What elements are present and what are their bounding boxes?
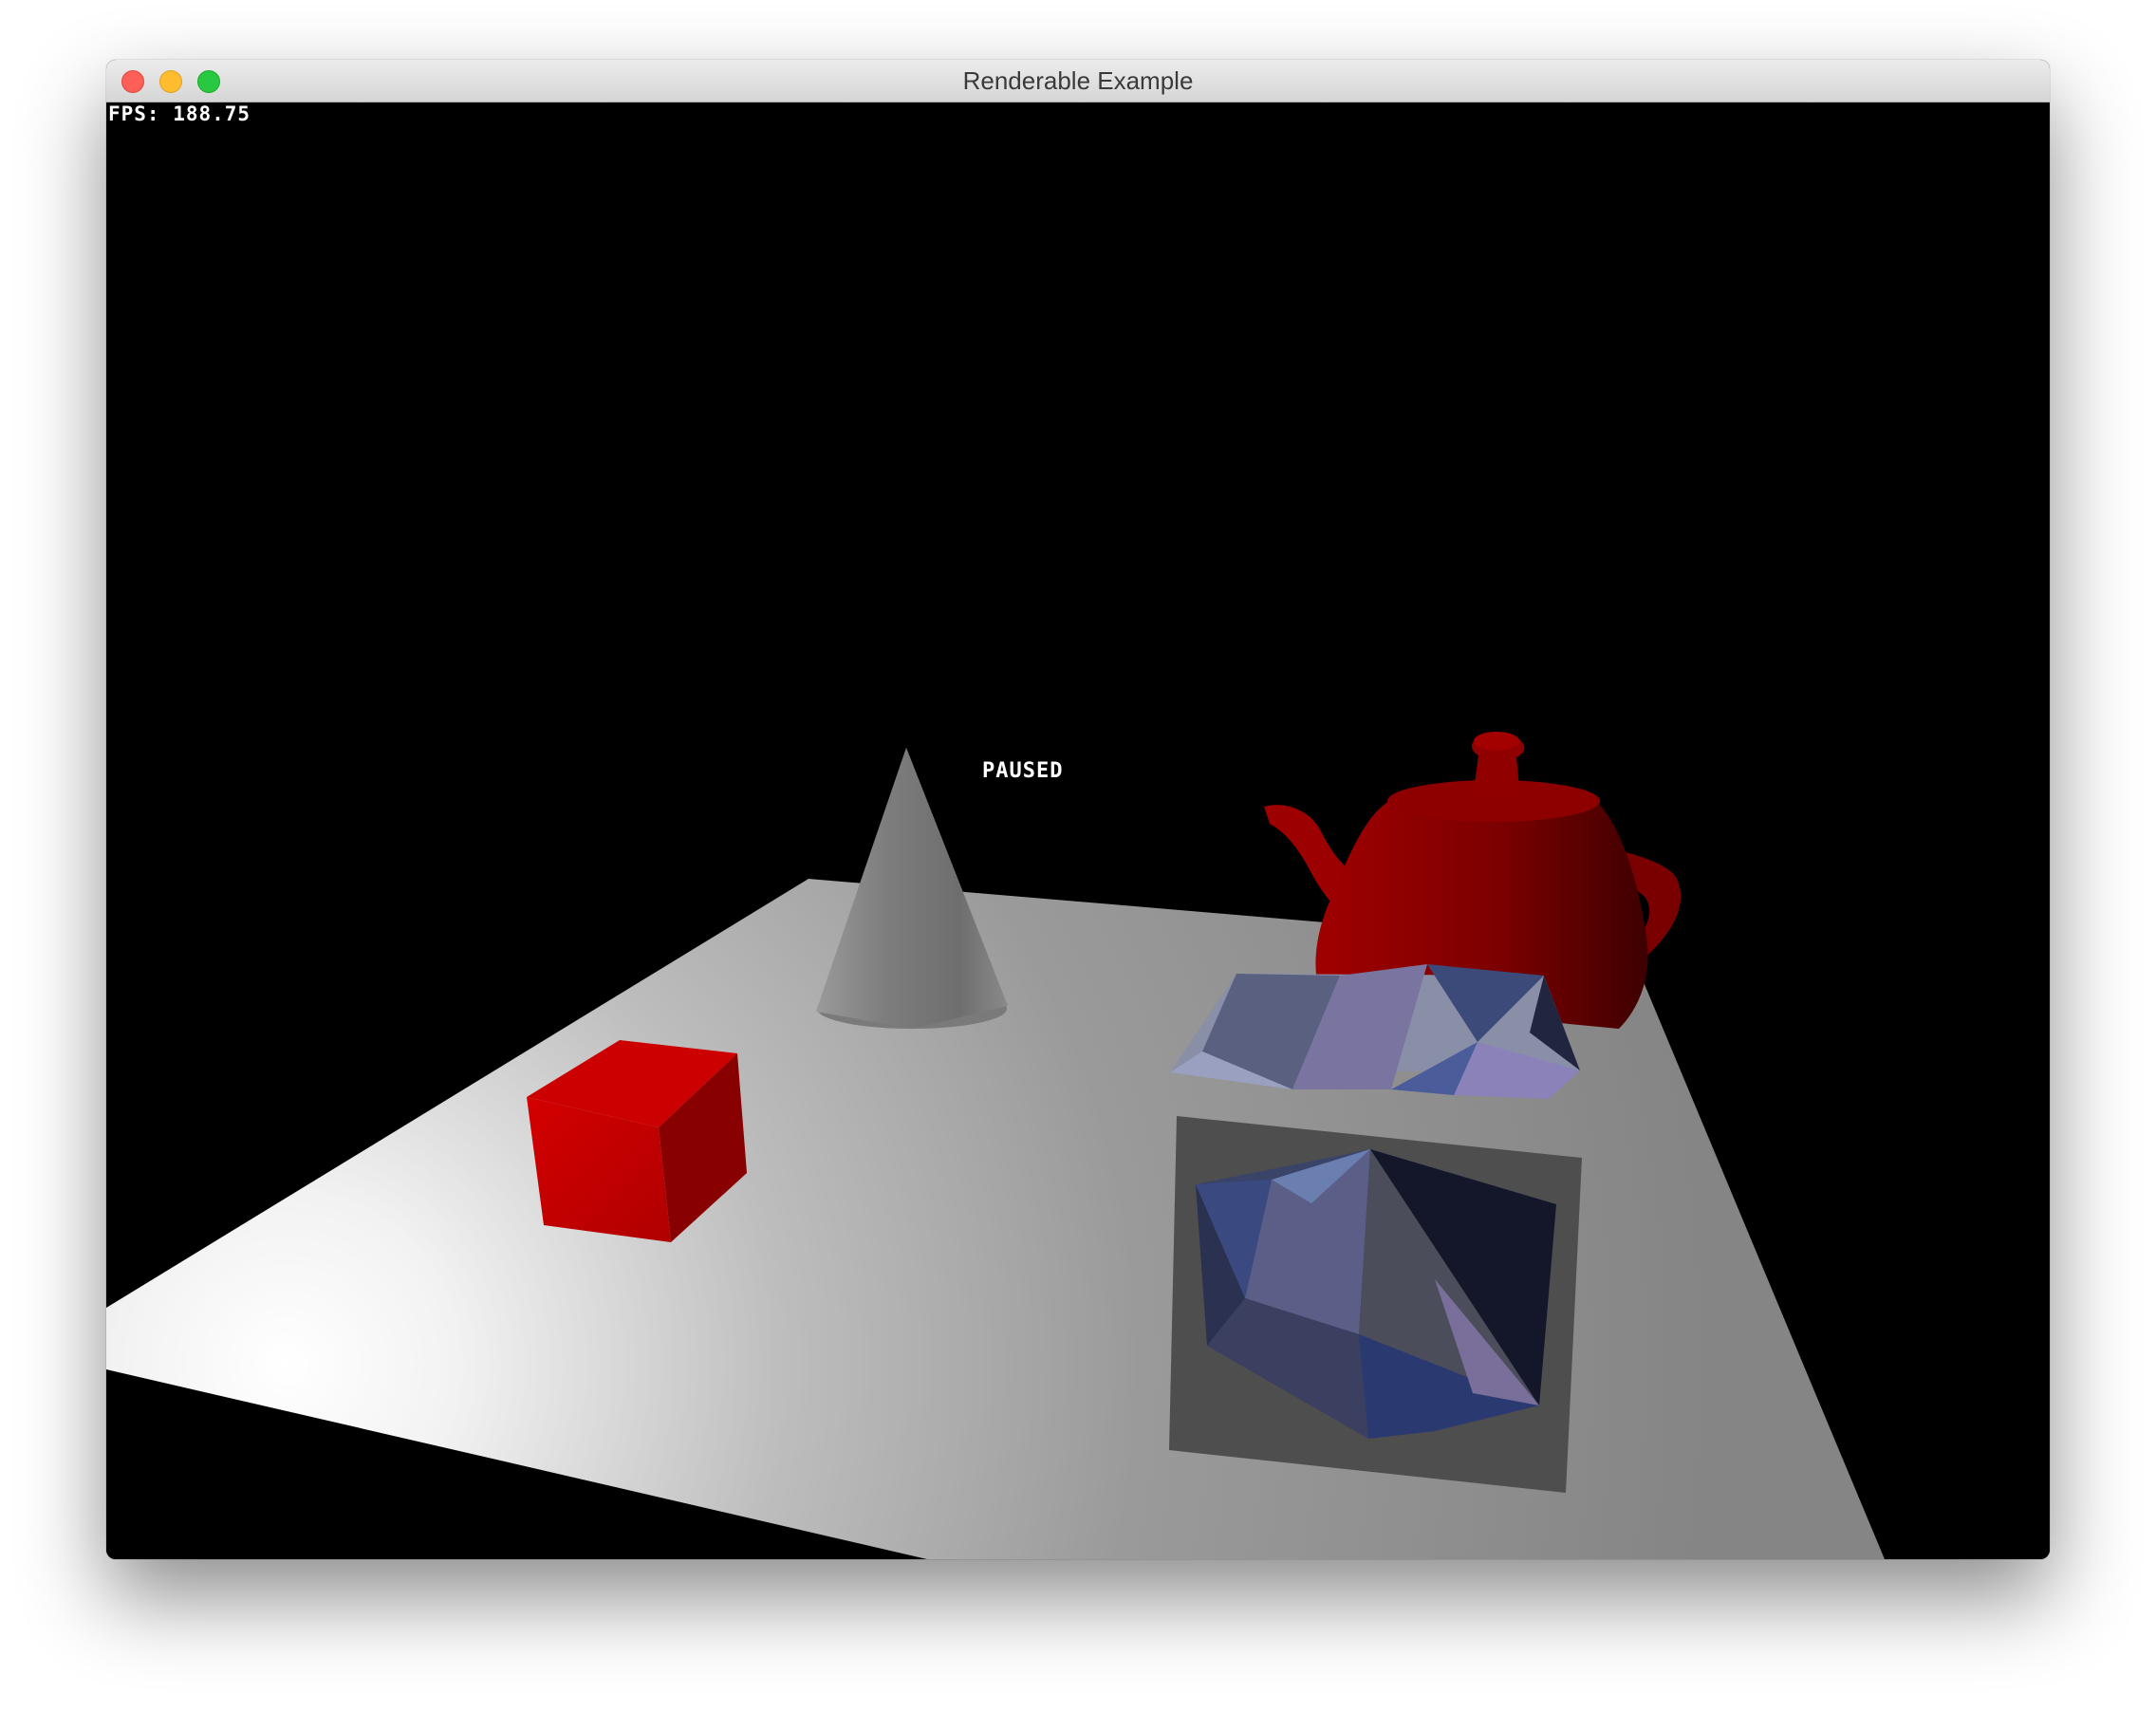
- render-viewport[interactable]: FPS: 188.75 PAUSED: [106, 102, 2050, 1559]
- app-window: Renderable Example FPS: 188.75 PAUSED: [106, 60, 2050, 1559]
- title-bar[interactable]: Renderable Example: [106, 60, 2050, 102]
- paused-label: PAUSED: [982, 759, 1064, 783]
- translucent-box: [1169, 964, 1582, 1493]
- fps-counter: FPS: 188.75: [108, 102, 251, 125]
- window-title: Renderable Example: [962, 66, 1194, 95]
- 3d-scene: [106, 732, 1885, 1559]
